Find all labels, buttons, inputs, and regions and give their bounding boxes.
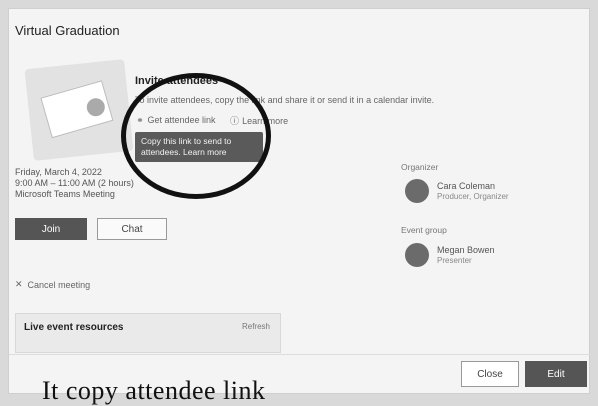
learn-more-link[interactable]: ⓘ Learn more [230, 114, 289, 127]
event-group-person[interactable]: Megan Bowen Presenter [405, 243, 495, 267]
chat-button[interactable]: Chat [97, 218, 167, 240]
meeting-type: Microsoft Teams Meeting [15, 189, 115, 199]
event-dialog: Virtual Graduation Invite attendees To i… [8, 8, 591, 394]
event-group-name: Megan Bowen [437, 244, 495, 255]
refresh-button[interactable]: Refresh [242, 322, 270, 331]
invite-links: ⚭ Get attendee link ⓘ Learn more [135, 114, 288, 127]
info-icon: ⓘ [230, 116, 240, 126]
join-button[interactable]: Join [15, 218, 87, 240]
footer-divider [9, 354, 591, 355]
learn-more-label: Learn more [242, 116, 289, 126]
resources-title: Live event resources [24, 322, 124, 333]
organizer-role: Producer, Organizer [437, 191, 509, 201]
event-group-label: Event group [401, 225, 447, 235]
event-illustration [24, 59, 134, 161]
organizer-name: Cara Coleman [437, 180, 496, 191]
organizer-person[interactable]: Cara Coleman Producer, Organizer [405, 179, 509, 203]
caption-text: It copy attendee link [42, 376, 266, 405]
get-link-button[interactable]: ⚭ Get attendee link [135, 115, 216, 126]
avatar [405, 243, 429, 267]
cancel-meeting-button[interactable]: ✕ Cancel meeting [15, 279, 90, 290]
close-icon: ✕ [15, 279, 23, 289]
close-button[interactable]: Close [461, 361, 519, 387]
invite-heading: Invite attendees [135, 75, 219, 87]
meeting-date: Friday, March 4, 2022 [15, 167, 102, 177]
edit-button[interactable]: Edit [525, 361, 587, 387]
invite-description: To invite attendees, copy the link and s… [135, 95, 435, 105]
event-group-role: Presenter [437, 255, 472, 265]
meeting-time: 9:00 AM – 11:00 AM (2 hours) [15, 178, 134, 188]
live-event-resources: Live event resources Refresh [15, 313, 281, 353]
avatar [405, 179, 429, 203]
copy-link-tooltip: Copy this link to send to attendees. Lea… [135, 132, 263, 162]
link-icon: ⚭ [136, 115, 144, 125]
dialog-title: Virtual Graduation [15, 23, 120, 38]
organizer-label: Organizer [401, 162, 439, 172]
get-link-label: Get attendee link [147, 115, 216, 125]
cancel-meeting-label: Cancel meeting [27, 279, 91, 290]
